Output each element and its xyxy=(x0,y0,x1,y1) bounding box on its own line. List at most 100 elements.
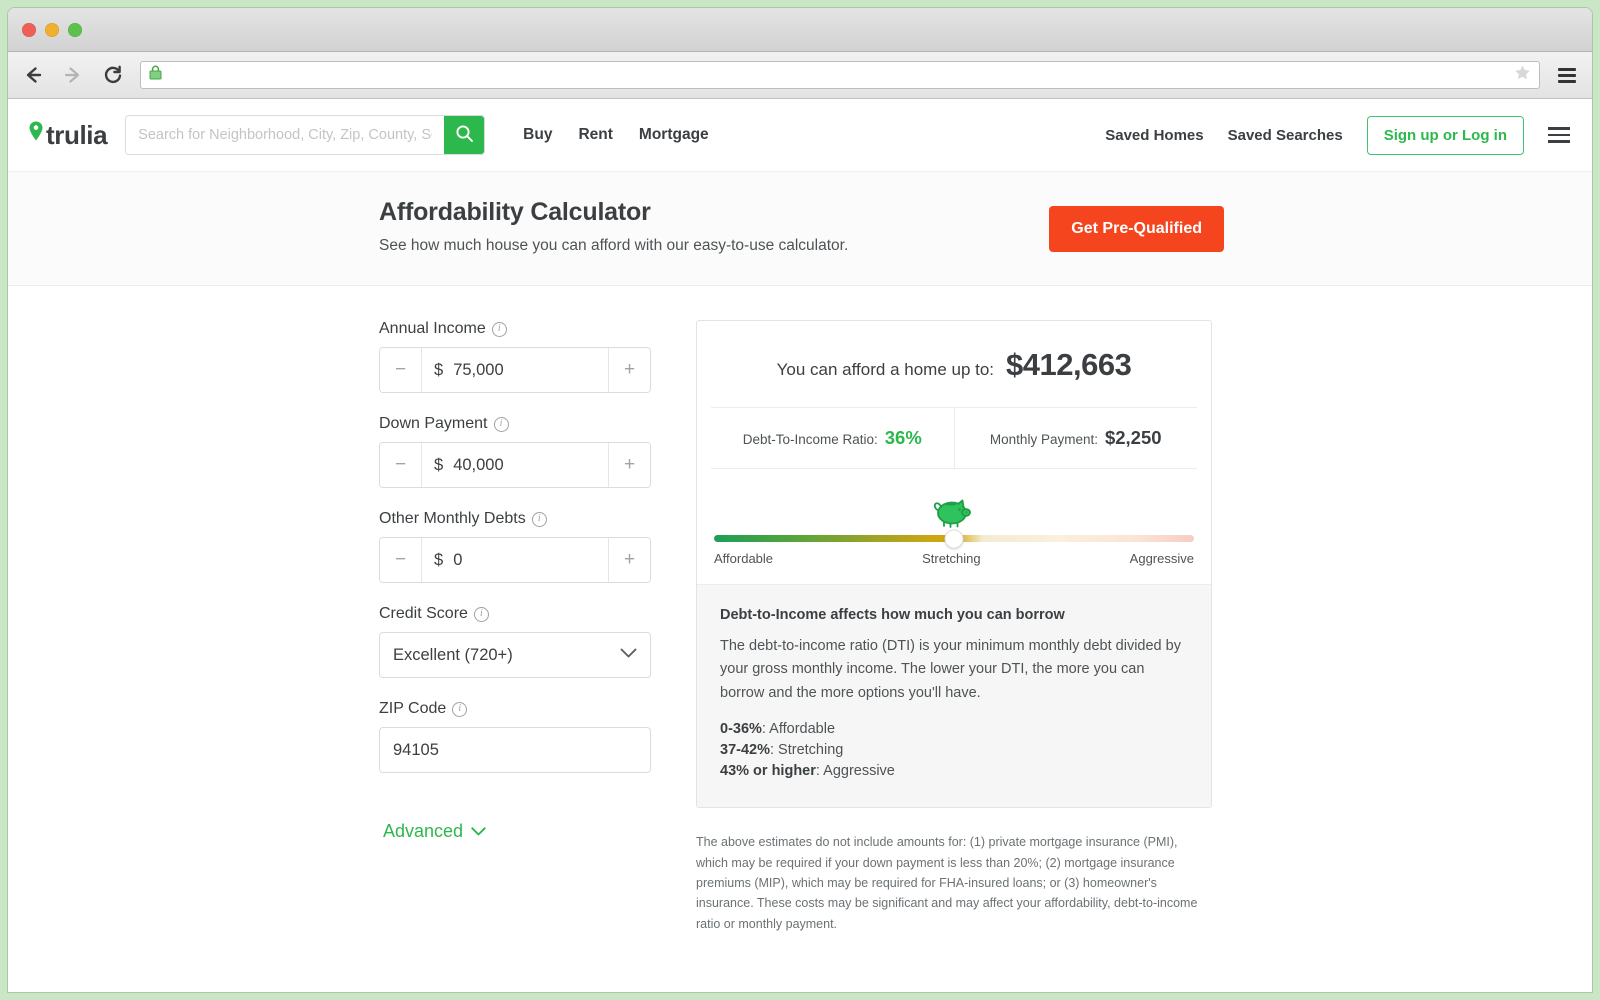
down-payment-input[interactable] xyxy=(453,455,596,475)
annual-income-decrement-button[interactable]: − xyxy=(380,348,422,392)
dti-range-value: 43% or higher xyxy=(720,762,816,779)
forward-arrow-icon[interactable] xyxy=(60,62,86,88)
disclaimer-text: The above estimates do not include amoun… xyxy=(696,835,1198,931)
down-payment-decrement-button[interactable]: − xyxy=(380,443,422,487)
field-down-payment: Down Payment i − $ + xyxy=(379,415,651,488)
affordability-label: You can afford a home up to: xyxy=(776,360,995,379)
monthly-payment-value: $2,250 xyxy=(1104,427,1162,448)
minimize-window-button[interactable] xyxy=(45,23,59,37)
nav-item-buy[interactable]: Buy xyxy=(523,126,552,144)
search-input[interactable] xyxy=(126,116,445,154)
gauge-labels: Affordable Stretching Aggressive xyxy=(713,551,1195,566)
saved-homes-link[interactable]: Saved Homes xyxy=(1105,127,1203,144)
affordability-slider-thumb[interactable] xyxy=(944,529,964,548)
down-payment-currency: $ xyxy=(434,455,444,474)
close-window-button[interactable] xyxy=(22,23,36,37)
field-annual-income: Annual Income i − $ + xyxy=(379,320,651,393)
dti-label: Debt-To-Income Ratio: xyxy=(742,432,878,447)
annual-income-increment-button[interactable]: + xyxy=(608,348,650,392)
gauge-label-stretching: Stretching xyxy=(922,551,981,566)
info-icon[interactable]: i xyxy=(452,701,468,717)
saved-searches-link[interactable]: Saved Searches xyxy=(1228,127,1343,144)
browser-titlebar xyxy=(8,8,1592,52)
header-right-area: Saved Homes Saved Searches Sign up or Lo… xyxy=(1105,115,1570,155)
page-title: Affordability Calculator xyxy=(379,198,651,226)
zip-code-label: ZIP Code xyxy=(379,700,447,717)
primary-nav: Buy Rent Mortgage xyxy=(523,126,709,144)
gauge-label-affordable: Affordable xyxy=(714,551,774,566)
lock-icon xyxy=(149,65,162,85)
dti-value: 36% xyxy=(884,427,922,448)
down-payment-increment-button[interactable]: + xyxy=(608,443,650,487)
annual-income-stepper: − $ + xyxy=(379,347,651,393)
other-debts-currency: $ xyxy=(434,550,444,569)
down-payment-stepper: − $ + xyxy=(379,442,651,488)
search-button[interactable] xyxy=(444,116,485,154)
dti-range-affordable: 0-36%: Affordable xyxy=(720,719,1188,740)
dti-range-value: 0-36% xyxy=(720,721,762,738)
field-other-debts: Other Monthly Debts i − $ + xyxy=(379,510,651,583)
browser-window: trulia Buy Rent Mortgage xyxy=(8,8,1592,992)
advanced-toggle[interactable]: Advanced xyxy=(379,821,486,842)
dti-range-stretching: 37-42%: Stretching xyxy=(720,740,1188,761)
other-debts-label: Other Monthly Debts xyxy=(379,510,526,527)
search-bar xyxy=(125,115,486,155)
stat-monthly-payment: Monthly Payment: $2,250 xyxy=(953,408,1198,468)
url-bar[interactable] xyxy=(140,61,1540,89)
site-header: trulia Buy Rent Mortgage xyxy=(8,99,1592,171)
dti-info-body: The debt-to-income ratio (DTI) is your m… xyxy=(720,638,1181,701)
map-pin-icon xyxy=(28,120,44,151)
info-icon[interactable]: i xyxy=(531,511,547,527)
annual-income-label-row: Annual Income i xyxy=(379,320,651,338)
calculator-form: Annual Income i − $ + Down Payment xyxy=(379,320,651,934)
dti-info-title: Debt-to-Income affects how much you can … xyxy=(720,607,1065,623)
results-column: You can afford a home up to: $412,663 De… xyxy=(696,320,1212,934)
star-icon[interactable] xyxy=(1514,64,1531,86)
signup-login-button[interactable]: Sign up or Log in xyxy=(1366,115,1524,155)
affordability-slider-track[interactable] xyxy=(714,529,1194,548)
dti-range-label: : Aggressive xyxy=(815,762,895,779)
hero-band: Affordability Calculator See how much ho… xyxy=(8,171,1592,286)
get-prequalified-button[interactable]: Get Pre-Qualified xyxy=(1049,206,1224,252)
down-payment-label-row: Down Payment i xyxy=(379,415,651,433)
annual-income-label: Annual Income xyxy=(379,320,486,337)
info-icon[interactable]: i xyxy=(491,321,507,337)
browser-menu-icon[interactable] xyxy=(1554,62,1580,88)
affordability-value: $412,663 xyxy=(1006,347,1132,382)
reload-icon[interactable] xyxy=(100,62,126,88)
annual-income-currency: $ xyxy=(434,360,444,379)
piggy-row xyxy=(713,493,1195,529)
other-debts-stepper: − $ + xyxy=(379,537,651,583)
info-icon[interactable]: i xyxy=(473,606,489,622)
trulia-logo[interactable]: trulia xyxy=(28,119,108,151)
nav-item-mortgage[interactable]: Mortgage xyxy=(639,126,709,144)
page-subtitle: See how much house you can afford with o… xyxy=(379,237,849,254)
credit-score-select[interactable]: Excellent (720+) xyxy=(379,632,651,678)
other-debts-label-row: Other Monthly Debts i xyxy=(379,510,651,528)
advanced-label: Advanced xyxy=(383,821,464,841)
annual-income-input[interactable] xyxy=(453,360,596,380)
chevron-down-icon xyxy=(471,821,486,842)
affordability-summary: You can afford a home up to: $412,663 xyxy=(697,321,1211,407)
maximize-window-button[interactable] xyxy=(68,23,82,37)
page-viewport: trulia Buy Rent Mortgage xyxy=(8,99,1592,991)
logo-text: trulia xyxy=(46,119,108,150)
other-debts-increment-button[interactable]: + xyxy=(608,538,650,582)
site-menu-icon[interactable] xyxy=(1548,123,1570,147)
nav-item-rent[interactable]: Rent xyxy=(578,126,612,144)
info-icon[interactable]: i xyxy=(493,416,509,432)
back-arrow-icon[interactable] xyxy=(20,62,46,88)
browser-toolbar xyxy=(8,52,1592,99)
field-credit-score: Credit Score i Excellent (720+) xyxy=(379,605,651,678)
piggy-bank-icon xyxy=(933,493,975,534)
results-card: You can afford a home up to: $412,663 De… xyxy=(696,320,1212,809)
down-payment-label: Down Payment xyxy=(379,415,488,432)
dti-range-aggressive: 43% or higher: Aggressive xyxy=(720,761,1188,782)
field-zip-code: ZIP Code i xyxy=(379,700,651,773)
other-debts-decrement-button[interactable]: − xyxy=(380,538,422,582)
zip-code-input[interactable] xyxy=(379,727,651,773)
credit-score-label-row: Credit Score i xyxy=(379,605,651,623)
affordability-gauge: Affordable Stretching Aggressive xyxy=(697,469,1211,584)
other-debts-input[interactable] xyxy=(453,550,596,570)
stats-row: Debt-To-Income Ratio: 36% Monthly Paymen… xyxy=(711,407,1197,469)
